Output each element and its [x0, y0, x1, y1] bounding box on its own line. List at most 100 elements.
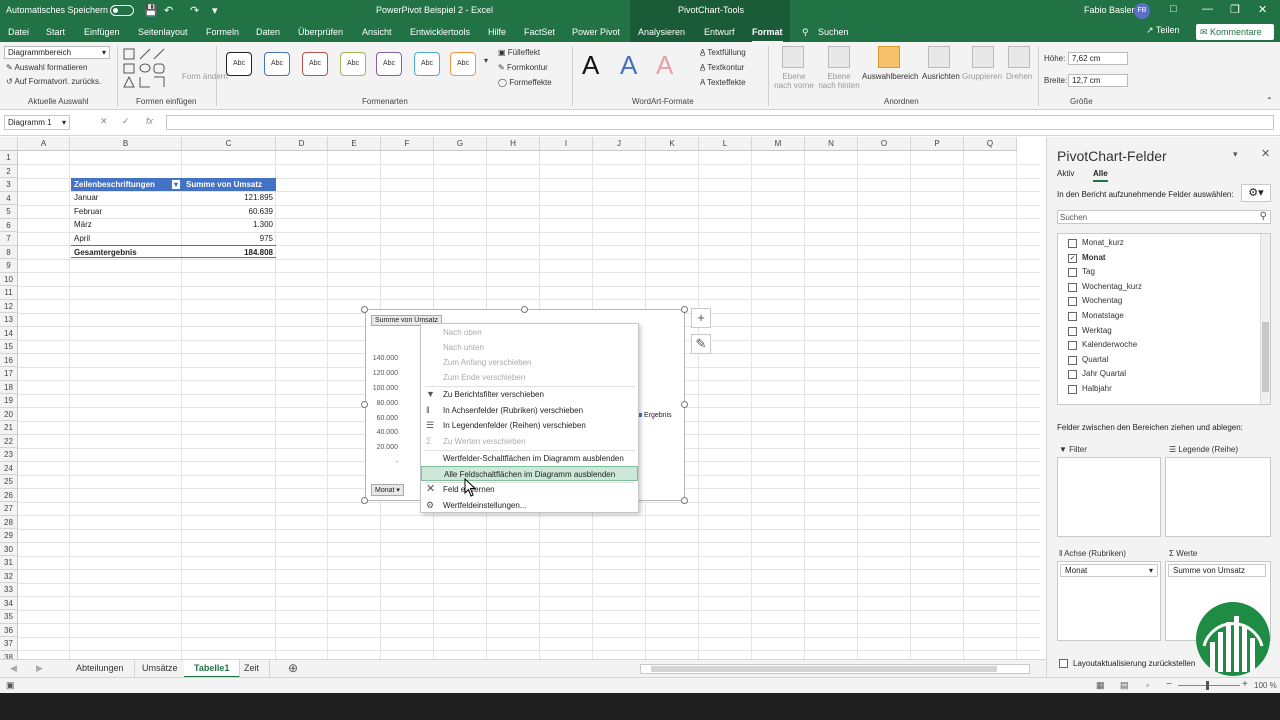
row-header[interactable]: 32 — [0, 569, 18, 583]
wordart-style-blue[interactable]: A — [620, 50, 637, 81]
function-icon[interactable]: fx — [146, 116, 153, 126]
chart-legend[interactable]: Ergebnis — [638, 412, 672, 419]
values-field-chip[interactable]: Summe von Umsatz — [1168, 564, 1266, 577]
macro-record-icon[interactable]: ▣ — [6, 680, 15, 691]
menu-move-down[interactable]: Nach unten — [421, 340, 638, 355]
shape-effects-button[interactable]: ◯ Formeffekte — [498, 78, 552, 87]
field-label[interactable]: Monat — [1082, 253, 1106, 262]
zoom-out-icon[interactable]: − — [1166, 679, 1172, 690]
menu-move-to-axis-fields[interactable]: ‖ In Achsenfelder (Rubriken) verschieben — [421, 403, 638, 418]
minimize-icon[interactable]: — — [1202, 3, 1213, 15]
column-header[interactable]: L — [699, 137, 752, 151]
zoom-slider-thumb[interactable] — [1206, 681, 1209, 690]
row-header[interactable]: 5 — [0, 205, 18, 219]
pivot-row-label[interactable]: Januar — [71, 191, 183, 204]
menu-hide-value-field-buttons[interactable]: Wertfelder-Schaltflächen im Diagramm aus… — [421, 451, 638, 466]
tab-entwicklertools[interactable]: Entwicklertools — [410, 27, 470, 37]
text-fill-button[interactable]: A̲ Textfüllung — [700, 48, 746, 57]
row-header[interactable]: 15 — [0, 340, 18, 354]
row-header[interactable]: 13 — [0, 313, 18, 327]
tab-einfuegen[interactable]: Einfügen — [84, 27, 120, 37]
resize-handle[interactable] — [681, 306, 688, 313]
pivot-row-value[interactable]: 975 — [183, 232, 276, 245]
legend-drop-area[interactable] — [1165, 457, 1271, 537]
confirm-icon[interactable]: ✓ — [122, 116, 130, 127]
pivot-row-value[interactable]: 60.639 — [183, 205, 276, 218]
undo-icon[interactable]: ↶ — [164, 4, 173, 17]
resize-handle[interactable] — [681, 497, 688, 504]
group-button[interactable]: Gruppieren — [962, 72, 1002, 81]
column-header[interactable]: D — [276, 137, 328, 151]
column-header[interactable]: J — [593, 137, 646, 151]
horizontal-scrollbar[interactable] — [640, 664, 1030, 674]
gear-icon[interactable]: ⚙▾ — [1241, 184, 1271, 202]
chart-styles-brush-icon[interactable]: ✎ — [691, 334, 711, 354]
pivot-row-label[interactable]: April — [71, 232, 183, 245]
field-label[interactable]: Tag — [1082, 267, 1095, 276]
format-selection-button[interactable]: ✎ Auswahl formatieren — [6, 63, 87, 72]
zoom-in-icon[interactable]: + — [1242, 679, 1248, 690]
field-checkbox[interactable] — [1068, 297, 1077, 307]
text-effects-button[interactable]: A Texteffekte — [700, 78, 746, 87]
row-header[interactable]: 9 — [0, 259, 18, 273]
pivot-row-value[interactable]: 121.895 — [183, 191, 276, 204]
row-header[interactable]: 21 — [0, 421, 18, 435]
field-checkbox[interactable] — [1068, 341, 1077, 351]
row-header[interactable]: 17 — [0, 367, 18, 381]
row-header[interactable]: 38 — [0, 650, 18, 659]
gallery-scroll-icon[interactable]: ▾ — [484, 56, 488, 65]
rotate-button[interactable]: Drehen — [1006, 72, 1032, 81]
row-header[interactable]: 2 — [0, 164, 18, 178]
row-header[interactable]: 12 — [0, 299, 18, 313]
pivot-header-rows[interactable]: Zeilenbeschriftungen ▾ — [71, 178, 183, 191]
change-shape-button[interactable]: Form ändern — [182, 72, 228, 81]
resize-handle[interactable] — [361, 401, 368, 408]
row-header[interactable]: 4 — [0, 191, 18, 205]
row-header[interactable]: 33 — [0, 583, 18, 597]
column-header[interactable]: P — [911, 137, 964, 151]
field-label[interactable]: Wochentag_kurz — [1082, 282, 1142, 291]
cancel-icon[interactable]: ✕ — [100, 116, 108, 127]
tab-entwurf[interactable]: Entwurf — [704, 27, 735, 37]
resize-handle[interactable] — [361, 306, 368, 313]
row-header[interactable]: 37 — [0, 637, 18, 651]
zoom-level[interactable]: 100 % — [1254, 681, 1277, 690]
column-header[interactable]: G — [434, 137, 487, 151]
field-checkbox[interactable]: ✓ — [1068, 253, 1077, 263]
resize-handle[interactable] — [681, 401, 688, 408]
search-icon[interactable]: ⚲ — [1260, 211, 1267, 222]
row-header[interactable]: 26 — [0, 488, 18, 502]
row-header[interactable]: 36 — [0, 623, 18, 637]
name-box[interactable]: Diagramm 1 ▾ — [4, 115, 70, 130]
column-header[interactable]: K — [646, 137, 699, 151]
tab-ansicht[interactable]: Ansicht — [362, 27, 392, 37]
shapes-gallery[interactable] — [122, 47, 174, 91]
selection-pane-button[interactable]: Auswahlbereich — [862, 72, 918, 81]
row-header[interactable]: 34 — [0, 596, 18, 610]
sheet-tab-zeit[interactable]: Zeit — [234, 660, 271, 678]
comments-button[interactable]: ✉ Kommentare — [1196, 24, 1274, 40]
sheet-tab-abteilungen[interactable]: Abteilungen — [66, 660, 135, 678]
menu-move-to-values[interactable]: Σ Zu Werten verschieben — [421, 434, 638, 449]
row-header[interactable]: 22 — [0, 434, 18, 448]
menu-move-to-end[interactable]: Zum Ende verschieben — [421, 370, 638, 385]
wordart-style-pink[interactable]: A — [656, 50, 673, 81]
customize-qat-icon[interactable]: ▾ — [212, 4, 218, 17]
chart-elements-plus-icon[interactable]: + — [691, 308, 711, 328]
column-header[interactable]: N — [805, 137, 858, 151]
redo-icon[interactable]: ↷ — [190, 4, 199, 17]
column-header[interactable]: H — [487, 137, 540, 151]
column-header[interactable]: F — [381, 137, 434, 151]
restore-icon[interactable]: ❐ — [1230, 3, 1240, 16]
add-sheet-icon[interactable]: ⊕ — [288, 661, 298, 675]
row-header[interactable]: 18 — [0, 380, 18, 394]
pivot-header-values[interactable]: Summe von Umsatz — [183, 178, 276, 191]
normal-view-icon[interactable]: ▦ — [1096, 680, 1105, 691]
collapse-ribbon-icon[interactable]: ⌃ — [1266, 96, 1273, 105]
formula-input[interactable] — [166, 115, 1274, 130]
menu-move-up[interactable]: Nach oben — [421, 325, 638, 340]
pivot-total-label[interactable]: Gesamtergebnis — [71, 245, 183, 258]
field-checkbox[interactable] — [1068, 355, 1077, 365]
send-backward-button[interactable]: Ebene nach hinten — [818, 72, 860, 90]
field-checkbox[interactable] — [1068, 239, 1077, 248]
